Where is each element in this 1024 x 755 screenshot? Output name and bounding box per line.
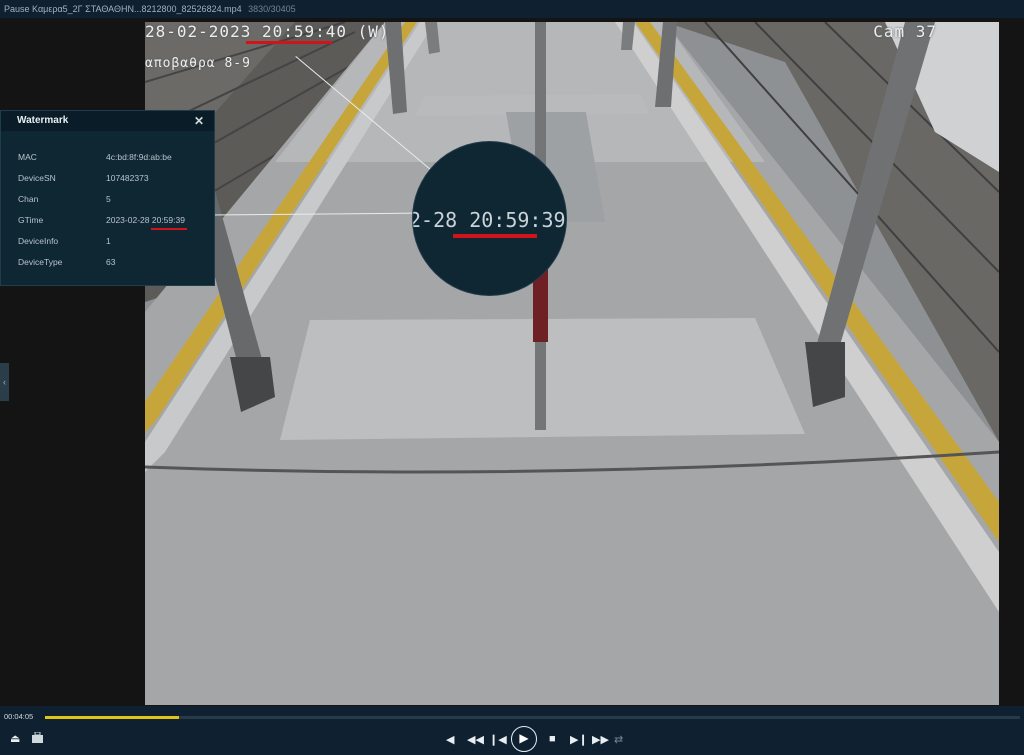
playback-bar: 00:04:05 ⏏ ◀ ◀◀ ❙◀ ▶ ■ ▶❙ ▶▶ ⇄ xyxy=(0,706,1024,755)
row-chan: Chan 5 xyxy=(1,189,214,210)
close-icon[interactable]: ✕ xyxy=(194,111,204,131)
row-value: 1 xyxy=(106,236,111,246)
title-bar: Pause Καμερα5_2Γ ΣΤΑΘΑΘΗΝ...8212800_8252… xyxy=(0,0,1024,18)
panel-header: Watermark ✕ xyxy=(1,111,214,131)
rewind-icon[interactable]: ◀◀ xyxy=(467,733,484,746)
osd-timestamp: 28-02-2023 20:59:40 (W) xyxy=(145,22,390,41)
row-key: MAC xyxy=(18,152,37,162)
row-deviceinfo: DeviceInfo 1 xyxy=(1,231,214,252)
current-time: 00:04:05 xyxy=(4,712,34,721)
step-forward-icon[interactable]: ▶❙ xyxy=(570,733,588,746)
eject-icon[interactable]: ⏏ xyxy=(10,732,20,745)
video-frame[interactable]: 28-02-2023 20:59:40 (W) Cam 37 αποβαθρα … xyxy=(145,22,999,705)
row-value: 63 xyxy=(106,257,116,267)
panel-body: MAC 4c:bd:8f:9d:ab:be DeviceSN 107482373 C… xyxy=(1,131,214,273)
zoom-magnifier: 2-28 20:59:39 xyxy=(413,142,566,295)
file-name: Καμερα5_2Γ ΣΤΑΘΑΘΗΝ...8212800_82526824.m… xyxy=(32,4,242,14)
row-value: 4c:bd:8f:9d:ab:be xyxy=(106,152,172,162)
prev-frame-icon[interactable]: ◀ xyxy=(446,733,454,746)
row-key: Chan xyxy=(18,194,39,204)
toolbox-icon[interactable] xyxy=(32,731,43,746)
row-key: DeviceType xyxy=(18,257,63,267)
magnifier-text: 2-28 20:59:39 xyxy=(413,208,566,232)
magnifier-highlight xyxy=(453,234,537,238)
row-mac: MAC 4c:bd:8f:9d:ab:be xyxy=(1,147,214,168)
speed-icon[interactable]: ⇄ xyxy=(614,733,623,746)
frame-counter: 3830/30405 xyxy=(248,4,296,14)
row-key: DeviceInfo xyxy=(18,236,59,246)
fast-forward-icon[interactable]: ▶▶ xyxy=(592,733,609,746)
stop-icon[interactable]: ■ xyxy=(549,733,556,745)
platform-scene xyxy=(145,22,999,705)
row-key: GTime xyxy=(18,215,44,225)
progress-bar[interactable] xyxy=(45,716,1020,719)
row-devicesn: DeviceSN 107482373 xyxy=(1,168,214,189)
osd-camera-label: Cam 37 xyxy=(873,22,937,41)
gtime-highlight xyxy=(151,228,187,230)
watermark-panel: Watermark ✕ MAC 4c:bd:8f:9d:ab:be DeviceS… xyxy=(0,110,215,286)
osd-platform-label: αποβαθρα 8-9 xyxy=(145,56,251,71)
row-value: 107482373 xyxy=(106,173,149,183)
progress-fill xyxy=(45,716,179,719)
row-value: 5 xyxy=(106,194,111,204)
row-devicetype: DeviceType 63 xyxy=(1,252,214,273)
sidebar-toggle[interactable]: ‹ xyxy=(0,363,9,401)
timestamp-highlight xyxy=(246,41,332,44)
step-back-icon[interactable]: ❙◀ xyxy=(489,733,507,746)
player-stage: 28-02-2023 20:59:40 (W) Cam 37 αποβαθρα … xyxy=(0,18,1024,706)
row-key: DeviceSN xyxy=(18,173,56,183)
playback-state: Pause xyxy=(4,4,30,14)
play-icon[interactable]: ▶ xyxy=(511,726,537,752)
panel-title: Watermark xyxy=(17,115,69,126)
